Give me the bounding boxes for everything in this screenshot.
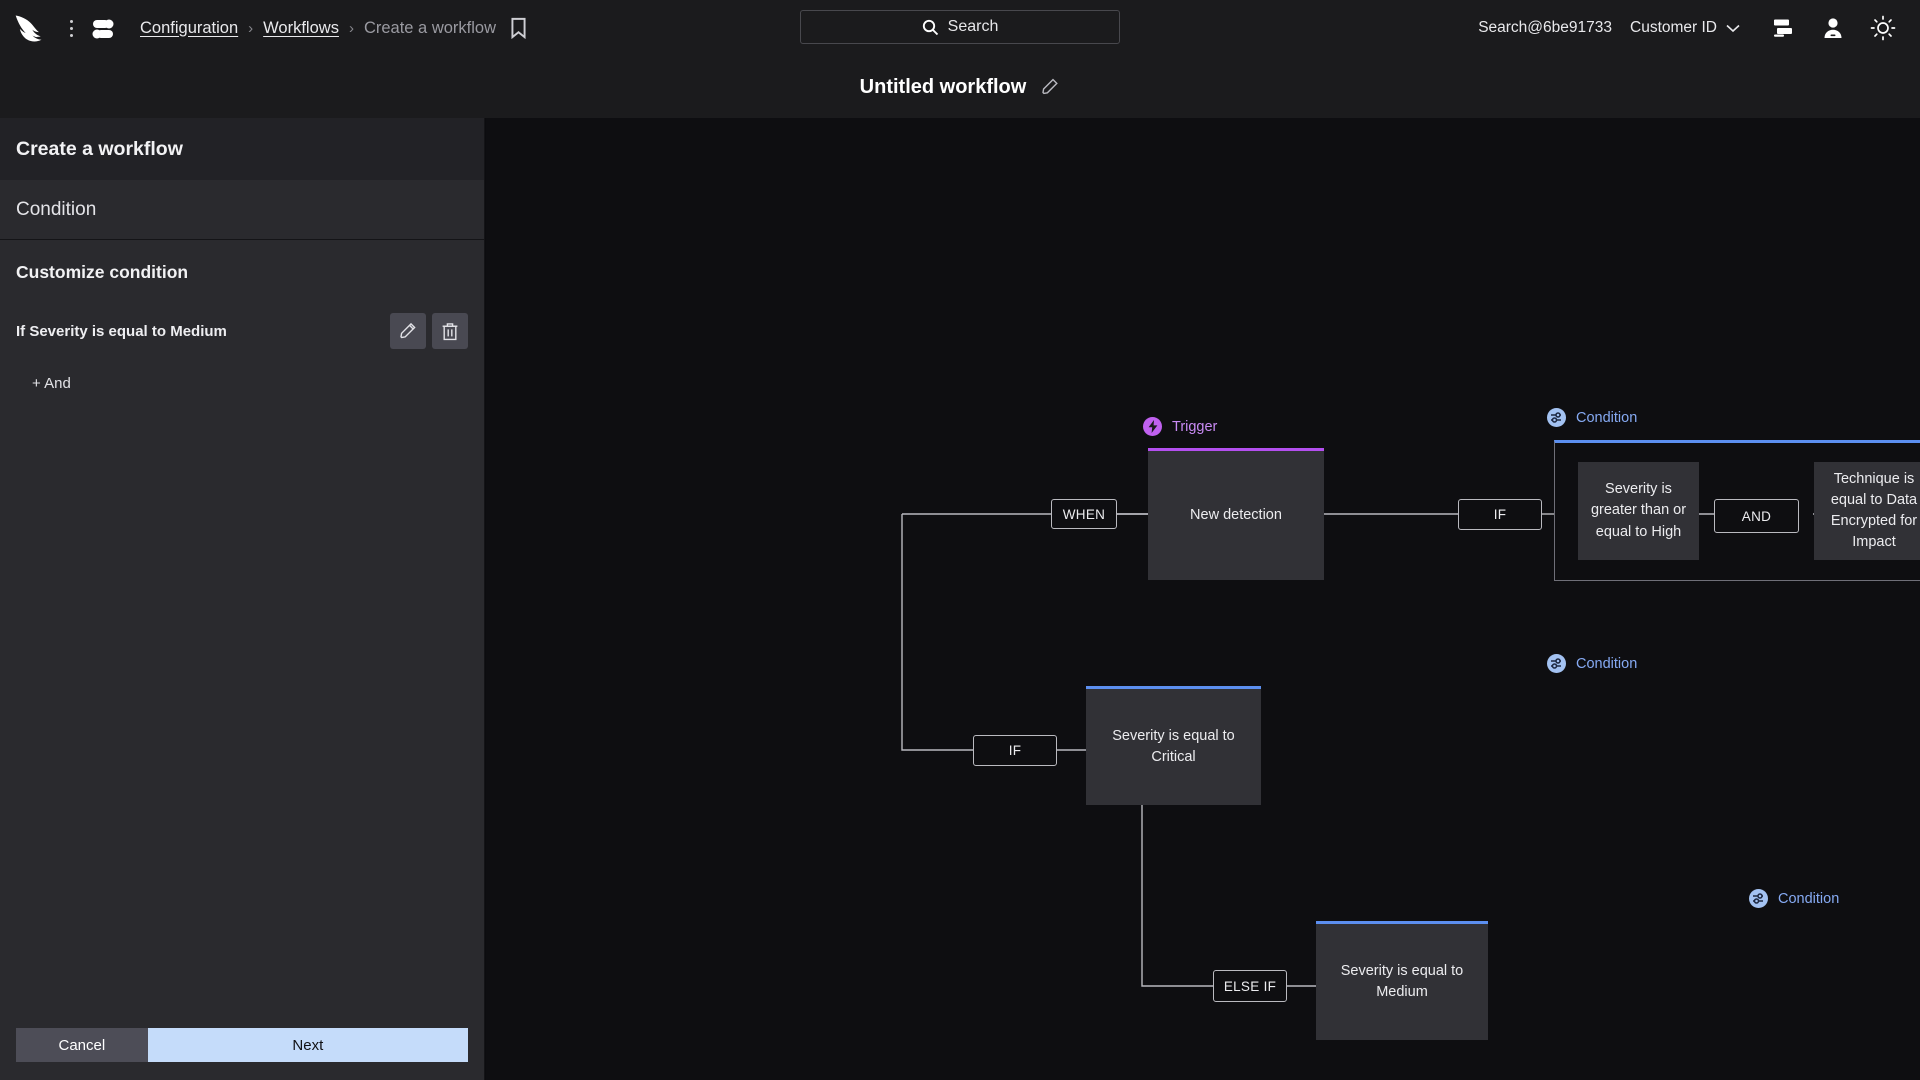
trigger-card-new-detection[interactable]: New detection: [1148, 448, 1324, 580]
customer-id-label: Customer ID: [1630, 19, 1717, 36]
node-label-condition-3: Condition: [1749, 889, 1839, 908]
condition-card-severity-high[interactable]: Severity is greater than or equal to Hig…: [1578, 462, 1699, 560]
node-label-text: Condition: [1576, 409, 1638, 426]
lightning-bolt-icon: [1143, 417, 1162, 436]
sidebar-subheader: Condition: [0, 180, 484, 240]
breadcrumb-separator: ›: [348, 19, 354, 37]
sidebar-header: Create a workflow: [0, 118, 484, 180]
edit-condition-button[interactable]: [390, 313, 426, 349]
delete-condition-button[interactable]: [432, 313, 468, 349]
node-label-condition-2: Condition: [1547, 654, 1637, 673]
condition-card-severity-critical[interactable]: Severity is equal to Critical: [1086, 686, 1261, 805]
node-label-text: Trigger: [1172, 418, 1218, 435]
workflow-canvas[interactable]: Trigger WHEN New detection Condition IF …: [486, 118, 1920, 1080]
sidebar-footer: Cancel Next: [0, 1028, 484, 1080]
condition-actions: [390, 313, 468, 349]
next-button[interactable]: Next: [147, 1028, 468, 1062]
top-bar-right: Search@6be91733 Customer ID: [1478, 0, 1920, 56]
toggles-icon[interactable]: [88, 13, 118, 43]
pencil-edit-icon[interactable]: [1040, 77, 1060, 97]
node-label-text: Condition: [1778, 890, 1840, 907]
pencil-edit-icon: [400, 322, 416, 339]
condition-row: If Severity is equal to Medium: [16, 313, 468, 349]
sidebar-header-title: Create a workflow: [16, 137, 183, 160]
workflow-sidebar: Create a workflow Condition Customize co…: [0, 118, 485, 1080]
breadcrumb: Configuration › Workflows › Create a wor…: [140, 17, 527, 39]
operator-pill-and[interactable]: AND: [1714, 499, 1799, 533]
node-label-condition-1: Condition: [1547, 408, 1637, 427]
search-icon: [922, 19, 938, 35]
crowdstrike-falcon-logo[interactable]: [14, 12, 54, 44]
condition-sliders-icon: [1547, 654, 1566, 673]
connector-pill-else-if[interactable]: ELSE IF: [1213, 970, 1287, 1002]
condition-sliders-icon: [1749, 889, 1768, 908]
condition-summary-text: If Severity is equal to Medium: [16, 322, 227, 340]
trash-delete-icon: [442, 322, 458, 340]
kebab-menu-icon[interactable]: [60, 12, 82, 44]
workflow-connectors: [901, 513, 1920, 987]
customize-condition-title: Customize condition: [16, 262, 189, 282]
connector-pill-if-2[interactable]: IF: [973, 735, 1057, 766]
brightness-sun-icon[interactable]: [1868, 13, 1898, 43]
support-chat-icon[interactable]: [1768, 13, 1798, 43]
top-bar: Configuration › Workflows › Create a wor…: [0, 0, 1920, 56]
breadcrumb-item-workflows[interactable]: Workflows: [263, 19, 339, 38]
page-title: Untitled workflow: [859, 75, 1027, 98]
node-label-trigger: Trigger: [1143, 417, 1217, 436]
search-input[interactable]: Search: [800, 10, 1120, 44]
sidebar-subheader-title: Condition: [16, 198, 97, 220]
account-name: Search@6be91733: [1478, 19, 1612, 36]
add-and-condition-link[interactable]: + And: [32, 375, 468, 392]
bookmark-icon[interactable]: [510, 17, 527, 39]
condition-card-severity-medium[interactable]: Severity is equal to Medium: [1316, 921, 1488, 1040]
search-label: Search: [947, 18, 999, 35]
condition-card-technique-data-encrypted[interactable]: Technique is equal to Data Encrypted for…: [1814, 462, 1920, 560]
chevron-down-icon: [1726, 24, 1740, 32]
node-label-text: Condition: [1576, 655, 1638, 672]
cancel-button[interactable]: Cancel: [16, 1028, 148, 1062]
breadcrumb-item-create-a-workflow: Create a workflow: [363, 18, 497, 37]
condition-sliders-icon: [1547, 408, 1566, 427]
connector-pill-if-1[interactable]: IF: [1458, 499, 1542, 530]
sidebar-body: Customize condition If Severity is equal…: [0, 240, 484, 1028]
customer-id-selector[interactable]: Customer ID: [1630, 19, 1740, 37]
connector-pill-when[interactable]: WHEN: [1051, 499, 1117, 529]
breadcrumb-item-configuration[interactable]: Configuration: [140, 19, 238, 38]
workflow-title-bar: Untitled workflow: [0, 56, 1920, 118]
breadcrumb-separator: ›: [248, 19, 254, 37]
user-account-icon[interactable]: [1818, 13, 1848, 43]
